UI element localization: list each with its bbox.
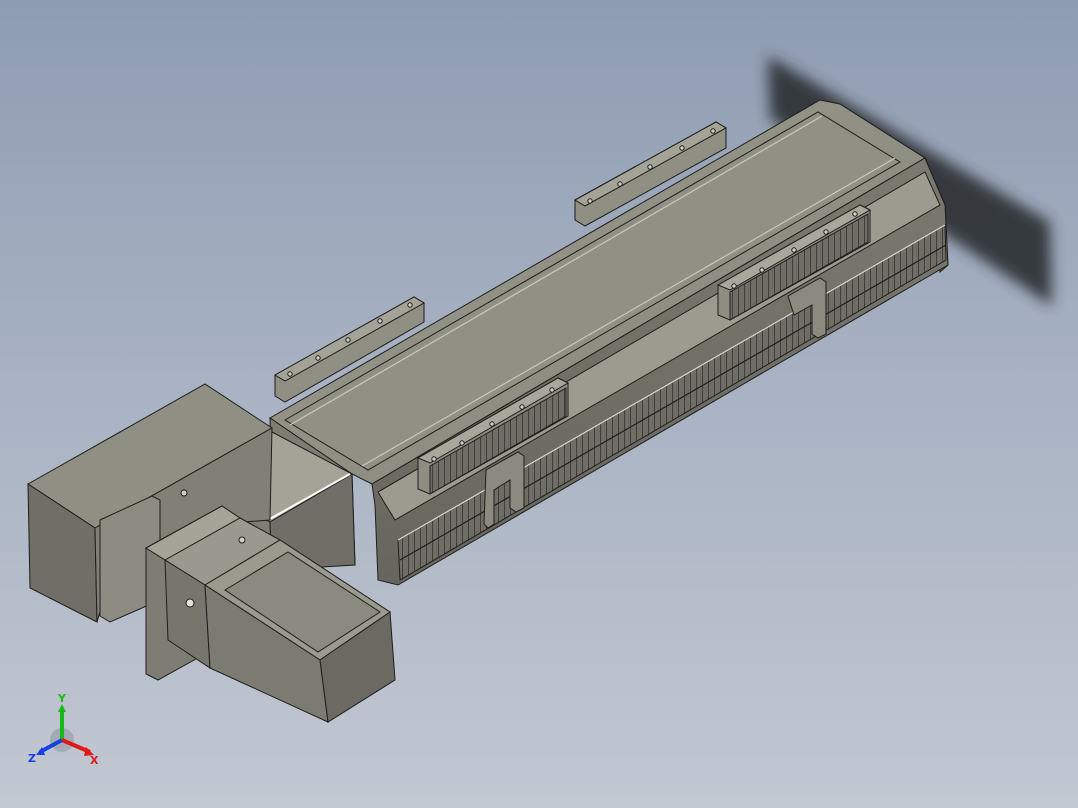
z-axis-label: Z bbox=[28, 752, 36, 765]
x-axis-label: X bbox=[90, 754, 99, 767]
linear-actuator-model[interactable] bbox=[0, 0, 1078, 808]
orientation-triad[interactable]: Y X Z bbox=[24, 690, 108, 774]
y-axis-label: Y bbox=[57, 692, 67, 705]
cad-viewport[interactable]: Y X Z bbox=[0, 0, 1078, 808]
y-arrow-icon bbox=[58, 704, 66, 712]
